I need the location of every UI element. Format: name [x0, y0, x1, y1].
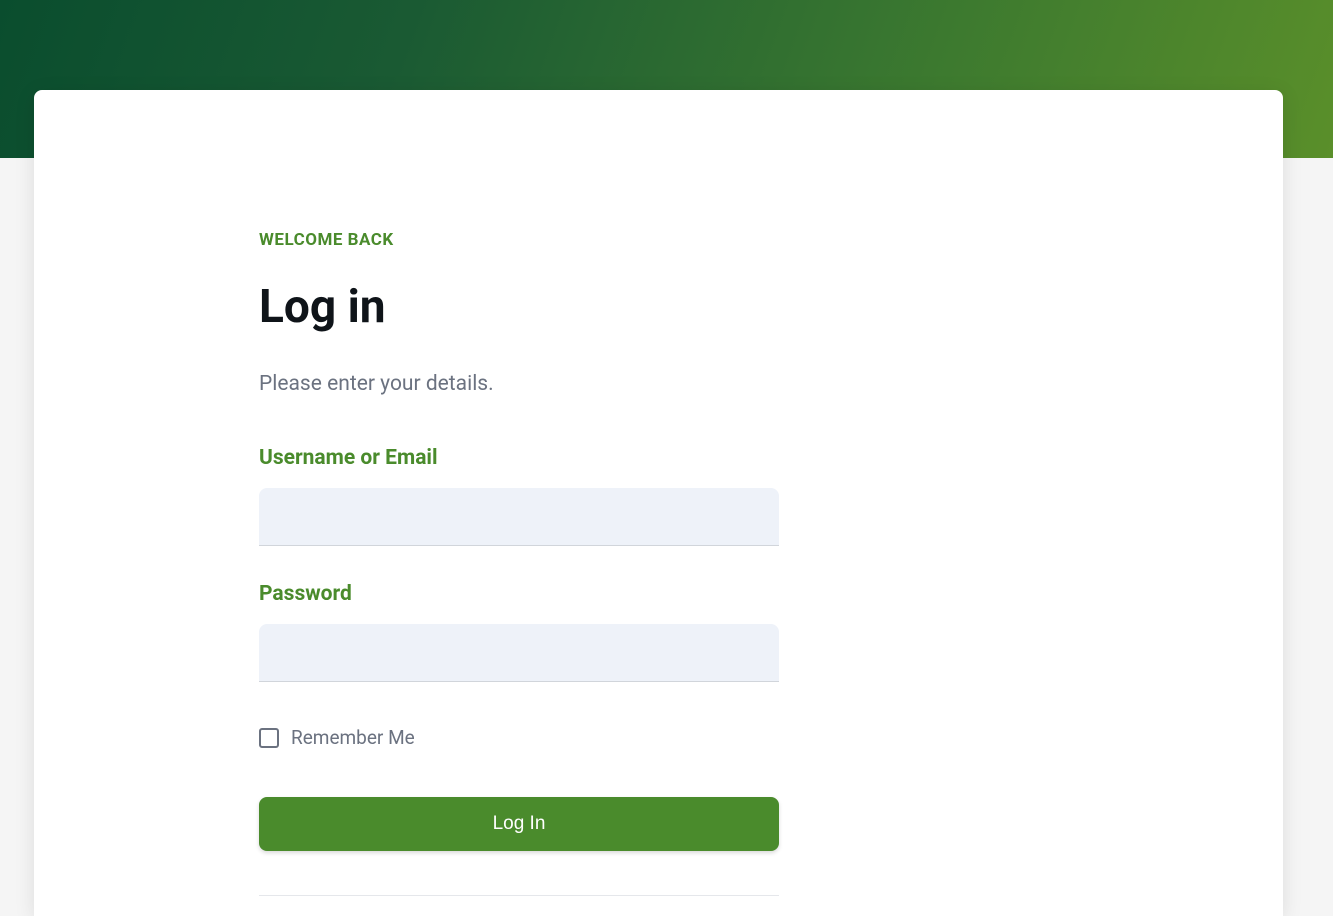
username-input[interactable]	[259, 488, 779, 546]
remember-me-checkbox[interactable]	[259, 728, 279, 748]
remember-me-row: Remember Me	[259, 726, 779, 749]
password-label: Password	[259, 582, 779, 606]
login-card: WELCOME BACK Log in Please enter your de…	[34, 90, 1283, 916]
page-subtitle: Please enter your details.	[259, 372, 779, 396]
login-button[interactable]: Log In	[259, 797, 779, 851]
eyebrow-text: WELCOME BACK	[259, 230, 779, 250]
remember-me-label[interactable]: Remember Me	[291, 726, 415, 749]
username-label: Username or Email	[259, 446, 779, 470]
login-form-container: WELCOME BACK Log in Please enter your de…	[259, 230, 779, 896]
password-input[interactable]	[259, 624, 779, 682]
divider	[259, 895, 779, 896]
page-title: Log in	[259, 280, 779, 334]
